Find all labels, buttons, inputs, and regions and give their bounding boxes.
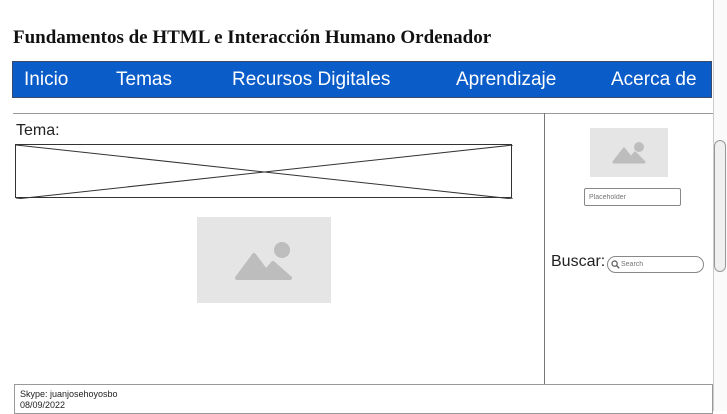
content-top-divider [13, 113, 713, 114]
nav-item-recursos-digitales[interactable]: Recursos Digitales [232, 69, 390, 91]
footer: Skype: juanjosehoyosbo 08/09/2022 [14, 384, 713, 414]
sidebar-image-placeholder [590, 128, 668, 177]
sidebar-divider [544, 113, 545, 385]
nav-item-temas[interactable]: Temas [116, 69, 172, 91]
footer-date: 08/09/2022 [20, 400, 66, 410]
scrollbar-thumb[interactable] [714, 140, 726, 272]
nav-item-acerca-de[interactable]: Acerca de [611, 69, 697, 91]
search-label: Buscar: [551, 253, 606, 270]
main-image-placeholder [197, 217, 331, 303]
cross-placeholder-icon [16, 145, 513, 199]
topic-label: Tema: [16, 122, 60, 139]
image-icon [235, 242, 292, 280]
main-navbar: Inicio Temas Recursos Digitales Aprendiz… [12, 61, 712, 98]
topic-content-placeholder [15, 144, 513, 199]
search-field[interactable] [607, 256, 704, 273]
nav-item-inicio[interactable]: Inicio [24, 69, 68, 91]
search-icon [611, 260, 620, 269]
image-icon [612, 142, 646, 164]
footer-skype: Skype: juanjosehoyosbo [20, 389, 118, 399]
search-input[interactable] [621, 258, 699, 271]
page-title: Fundamentos de HTML e Interacción Humano… [13, 27, 492, 48]
sidebar-text-input[interactable] [584, 188, 681, 206]
nav-item-aprendizaje[interactable]: Aprendizaje [456, 69, 556, 91]
